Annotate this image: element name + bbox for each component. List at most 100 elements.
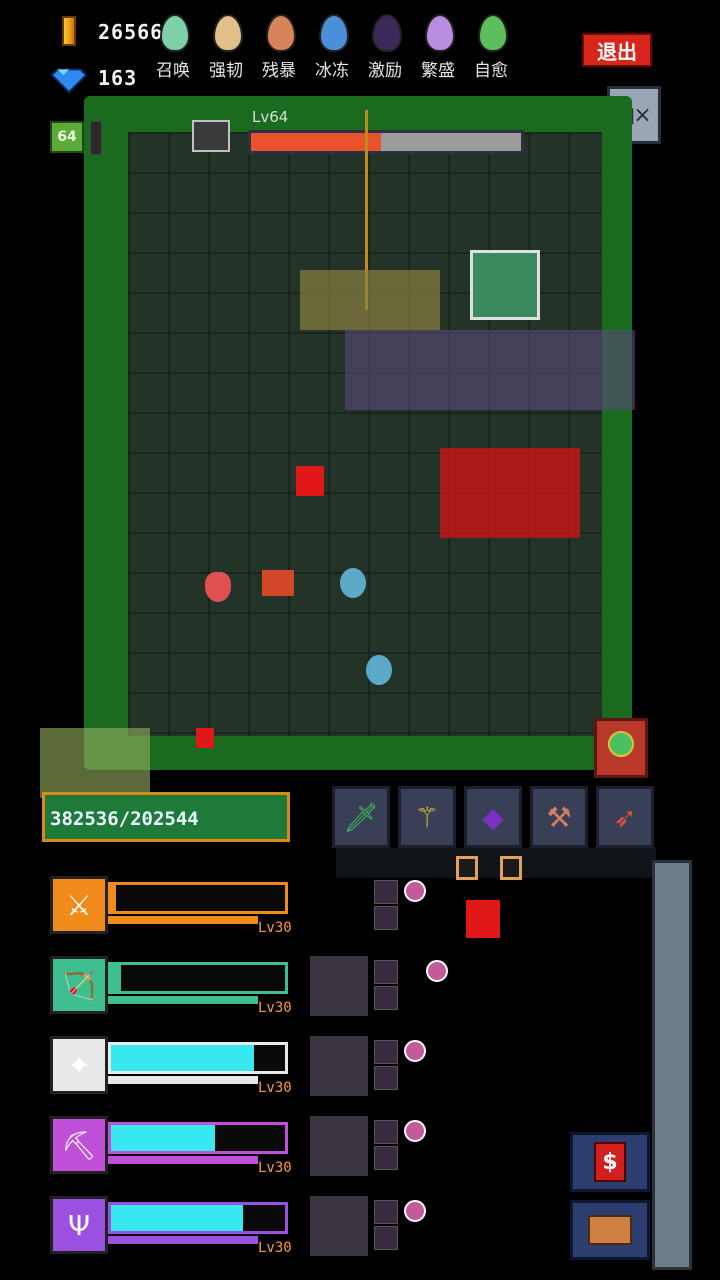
egg-icon[interactable] <box>478 14 508 52</box>
damage-effect <box>300 270 440 330</box>
hero-level: Lv30 <box>258 1000 292 1016</box>
skill-tray <box>336 848 656 878</box>
boss-level: Lv64 <box>252 108 289 126</box>
hero-skill-icon[interactable] <box>374 1146 398 1170</box>
hero-hp-bar <box>108 1042 288 1074</box>
hero-hp-bar <box>108 1122 288 1154</box>
slot-pip <box>500 856 522 880</box>
egg-label: 冰冻 <box>315 61 349 81</box>
forest-ranger-icon: 🏹 <box>61 968 97 1002</box>
hero-level: Lv30 <box>258 920 292 936</box>
boss-hp-fill <box>251 133 381 151</box>
hero-xp-bar <box>108 1076 258 1084</box>
hero-hp-bar <box>108 882 288 914</box>
level-gauge <box>90 121 102 155</box>
spellbook-icon <box>608 731 634 757</box>
hero-skill-icon[interactable] <box>374 1066 398 1090</box>
hero-equipment-slot[interactable] <box>310 1196 368 1256</box>
hero-portrait[interactable]: ✦ <box>50 1036 108 1094</box>
damage-effect-large <box>345 330 635 410</box>
red-projectile <box>466 900 500 938</box>
gem-count: 163 <box>98 66 138 90</box>
egg-label: 繁盛 <box>421 61 455 81</box>
sword-icon: 🗡 <box>343 800 379 834</box>
exp-text: 382536/202544 <box>50 808 199 830</box>
hero-skill-icon[interactable] <box>374 960 398 984</box>
skill-slot[interactable]: ⚒ <box>530 786 588 848</box>
red-projectile <box>296 466 324 496</box>
crit-damage-effect <box>440 448 580 538</box>
hero-hp-bar <box>108 1202 288 1234</box>
boss-portrait <box>192 120 230 152</box>
crystal-icon: ◆ <box>482 800 504 834</box>
enemy-sprite <box>470 250 540 320</box>
hero-skill-icon[interactable] <box>374 1120 398 1144</box>
side-menu-panel <box>652 860 692 1270</box>
exit-button[interactable]: 退出 <box>582 33 652 67</box>
upgrade-orb-icon[interactable] <box>426 960 448 982</box>
dollar-icon: $ <box>594 1142 626 1182</box>
hero-xp-bar <box>108 1156 258 1164</box>
hero-skill-icon[interactable] <box>374 906 398 930</box>
hero-skill-icon[interactable] <box>374 1226 398 1250</box>
shadow-miner-icon: ⛏ <box>61 1128 97 1162</box>
hero-hp-fill <box>111 965 122 991</box>
egg-icon[interactable] <box>319 14 349 52</box>
hero-skill-icon[interactable] <box>374 880 398 904</box>
ice-mage-icon: ✦ <box>67 1048 91 1082</box>
void-trident-icon: Ψ <box>67 1208 91 1242</box>
hero-skill-icon[interactable] <box>374 1040 398 1064</box>
skill-slot[interactable]: 🗡 <box>332 786 390 848</box>
hero-level: Lv30 <box>258 1160 292 1176</box>
spellbook-button[interactable] <box>594 718 648 778</box>
staff-icon: ⚚ <box>414 800 440 834</box>
egg-icon[interactable] <box>425 14 455 52</box>
egg-label: 召唤 <box>156 61 190 81</box>
inventory-button[interactable] <box>570 1200 650 1260</box>
skill-slot[interactable]: ➶ <box>596 786 654 848</box>
hero-equipment-slot[interactable] <box>310 956 368 1016</box>
hero-portrait[interactable]: ⚔ <box>50 876 108 934</box>
spirit-ally <box>366 655 392 685</box>
bow-icon: ➶ <box>613 800 637 834</box>
hero-sprite <box>262 570 294 596</box>
chest-icon <box>588 1215 632 1245</box>
potion-flask-icon <box>205 572 231 602</box>
hero-equipment-slot[interactable] <box>310 1116 368 1176</box>
gold-coin-icon <box>62 16 76 46</box>
spirit-ally <box>340 568 366 598</box>
hero-hp-fill <box>111 1125 216 1151</box>
hero-portrait[interactable]: Ψ <box>50 1196 108 1254</box>
skill-slot[interactable]: ⚚ <box>398 786 456 848</box>
egg-label: 残暴 <box>262 61 296 81</box>
upgrade-orb-icon[interactable] <box>404 1120 426 1142</box>
hero-skill-icon[interactable] <box>374 986 398 1010</box>
hero-portrait[interactable]: 🏹 <box>50 956 108 1014</box>
hero-xp-bar <box>108 916 258 924</box>
egg-icon[interactable] <box>160 14 190 52</box>
heal-effect <box>40 728 150 798</box>
egg-label: 强韧 <box>209 61 243 81</box>
diamond-icon <box>50 68 88 94</box>
hero-skill-icon[interactable] <box>374 1200 398 1224</box>
egg-icon[interactable] <box>372 14 402 52</box>
player-level-badge: 64 <box>50 121 84 153</box>
hero-portrait[interactable]: ⛏ <box>50 1116 108 1174</box>
red-projectile <box>196 728 214 748</box>
hero-level: Lv30 <box>258 1240 292 1256</box>
upgrade-orb-icon[interactable] <box>404 1200 426 1222</box>
bone-axe-icon: ⚒ <box>546 800 572 834</box>
egg-icon[interactable] <box>213 14 243 52</box>
boss-hp-bar <box>248 130 524 154</box>
hero-hp-fill <box>111 1205 244 1231</box>
shop-button[interactable]: $ <box>570 1132 650 1192</box>
hero-xp-bar <box>108 996 258 1004</box>
hero-equipment-slot[interactable] <box>310 1036 368 1096</box>
upgrade-orb-icon[interactable] <box>404 1040 426 1062</box>
upgrade-orb-icon[interactable] <box>404 880 426 902</box>
hero-xp-bar <box>108 1236 258 1244</box>
egg-icon[interactable] <box>266 14 296 52</box>
slot-pip <box>456 856 478 880</box>
egg-label: 激励 <box>368 61 402 81</box>
skill-slot[interactable]: ◆ <box>464 786 522 848</box>
